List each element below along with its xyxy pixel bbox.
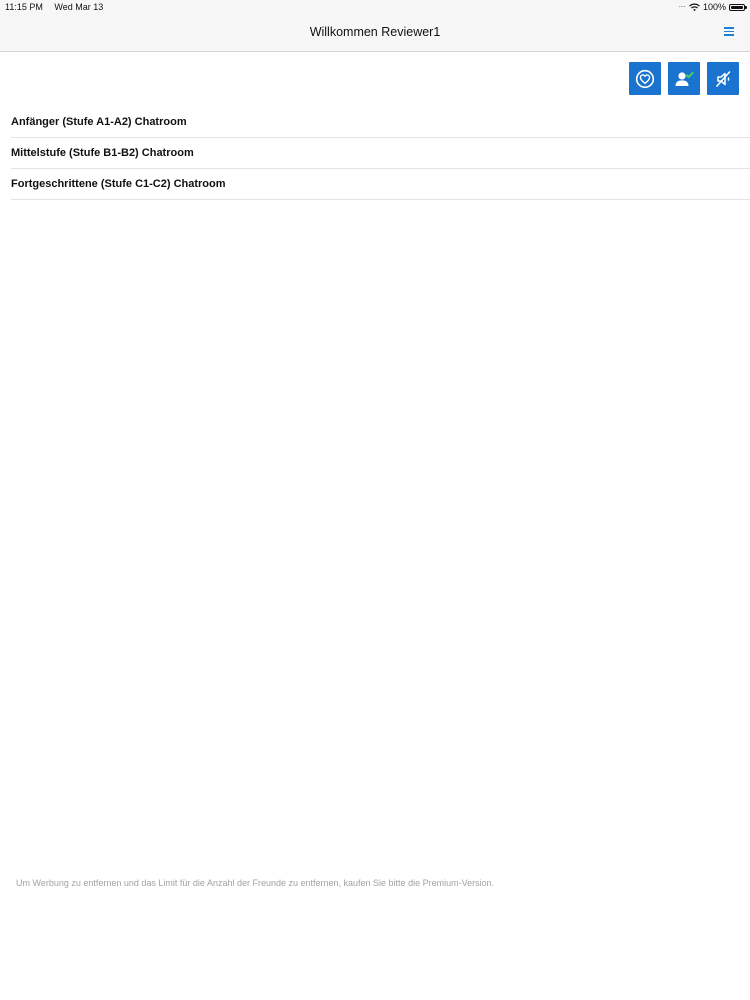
battery-icon xyxy=(729,3,747,11)
favorites-button[interactable] xyxy=(629,62,661,95)
wifi-icon xyxy=(689,3,700,11)
battery-percent: 100% xyxy=(702,2,726,12)
signal-dots-icon: ···· xyxy=(678,2,686,11)
action-toolbar xyxy=(629,62,739,95)
chatroom-item-intermediate[interactable]: Mittelstufe (Stufe B1-B2) Chatroom xyxy=(11,138,750,169)
status-time: 11:15 PM xyxy=(5,2,43,12)
battery-fill xyxy=(731,5,743,9)
status-right: ···· 100% xyxy=(678,0,747,14)
navigation-bar: Willkommen Reviewer1 xyxy=(0,14,750,52)
hamburger-menu-icon[interactable] xyxy=(722,25,736,39)
premium-note: Um Werbung zu entfernen und das Limit fü… xyxy=(16,878,495,888)
chatroom-item-advanced[interactable]: Fortgeschrittene (Stufe C1-C2) Chatroom xyxy=(11,169,750,200)
mute-icon xyxy=(716,70,731,87)
user-check-icon xyxy=(675,71,694,86)
status-left: 11:15 PM Wed Mar 13 xyxy=(5,0,112,14)
chatroom-item-beginner[interactable]: Anfänger (Stufe A1-A2) Chatroom xyxy=(11,107,750,138)
accepted-users-button[interactable] xyxy=(668,62,700,95)
status-bar: 11:15 PM Wed Mar 13 ···· 100% xyxy=(0,0,750,14)
status-date: Wed Mar 13 xyxy=(54,2,104,12)
mute-button[interactable] xyxy=(707,62,739,95)
app-screen: 11:15 PM Wed Mar 13 ···· 100% Willkommen… xyxy=(0,0,750,1000)
chatroom-list: Anfänger (Stufe A1-A2) Chatroom Mittelst… xyxy=(11,107,750,200)
page-title: Willkommen Reviewer1 xyxy=(309,25,441,39)
heart-circle-icon xyxy=(635,69,655,88)
battery-tip xyxy=(745,5,747,9)
